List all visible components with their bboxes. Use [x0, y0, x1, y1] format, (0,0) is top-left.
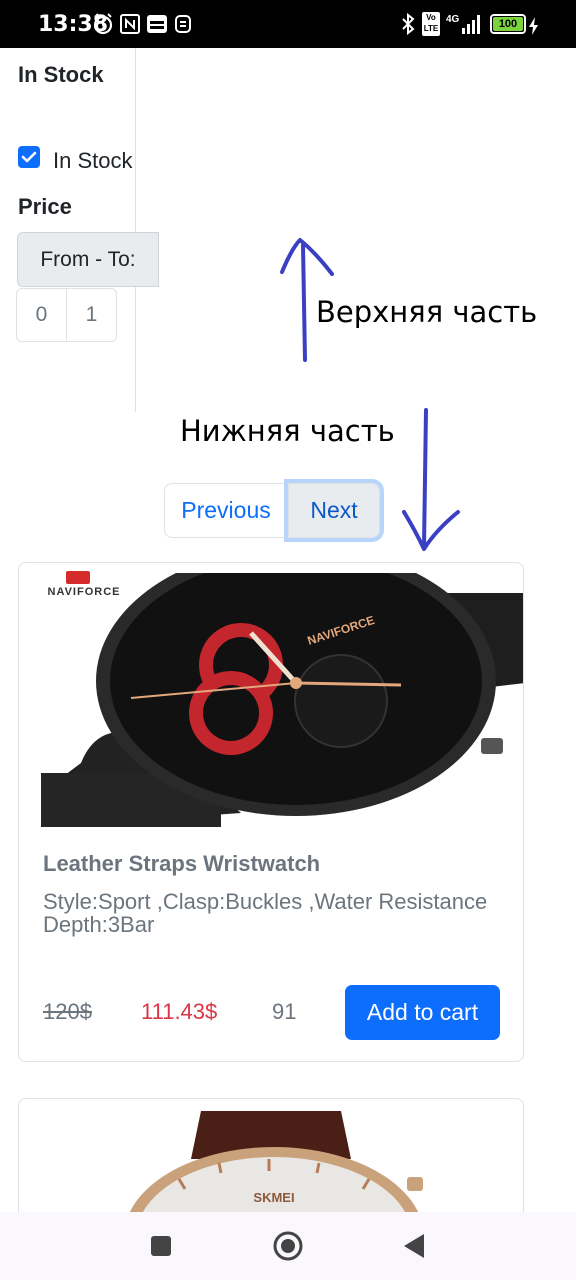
system-navigation-bar [0, 1212, 576, 1280]
filter-sidebar: In Stock In Stock Price [0, 48, 136, 412]
price-range-button[interactable]: From - To: [17, 232, 159, 287]
signal-icon [462, 15, 480, 34]
network-type: 4G [446, 14, 460, 25]
current-price: 111.43$ [141, 999, 218, 1024]
watch-dial-text: SKMEI [253, 1190, 294, 1205]
volte-badge: Vo LTE [422, 12, 440, 36]
nfc-icon [120, 14, 140, 34]
in-stock-checkbox-label[interactable]: In Stock [53, 143, 133, 179]
old-price: 120$ [43, 999, 92, 1024]
price-to-input[interactable]: 1 [66, 288, 117, 342]
in-stock-checkbox[interactable] [18, 146, 40, 168]
charging-icon [529, 17, 538, 35]
back-icon[interactable] [402, 1233, 426, 1259]
bottom-part-label: Нижняя часть [180, 414, 395, 448]
stock-count: 91 [272, 999, 297, 1024]
checkmark-icon [21, 151, 37, 163]
alarm-icon [93, 13, 113, 35]
price-from-input[interactable]: 0 [16, 288, 67, 342]
next-page-button[interactable]: Next [288, 483, 380, 538]
in-stock-heading: In Stock [18, 62, 104, 87]
add-to-cart-button[interactable]: Add to cart [345, 985, 500, 1040]
app-notification-icon [147, 15, 167, 33]
top-part-label: Верхняя часть [316, 295, 538, 329]
product-card: NAVIFORCE NAVIFORCE Leather Straps Wrist… [18, 562, 524, 1062]
price-heading: Price [18, 194, 72, 219]
security-icon [175, 15, 191, 33]
product-title[interactable]: Leather Straps Wristwatch [43, 851, 320, 877]
down-arrow-annotation [402, 408, 460, 551]
product-image[interactable]: NAVIFORCE [41, 573, 524, 827]
previous-page-button[interactable]: Previous [164, 483, 288, 538]
product-description: Style:Sport ,Clasp:Buckles ,Water Resist… [43, 889, 488, 937]
recent-apps-icon[interactable] [150, 1235, 172, 1257]
status-bar: 13:38 Vo LTE 4G 100 [0, 0, 576, 48]
battery-level: 100 [493, 17, 523, 31]
pagination: Previous Next [164, 483, 380, 538]
battery-icon: 100 [490, 14, 526, 34]
bluetooth-icon [402, 12, 415, 36]
home-icon[interactable] [272, 1230, 304, 1262]
